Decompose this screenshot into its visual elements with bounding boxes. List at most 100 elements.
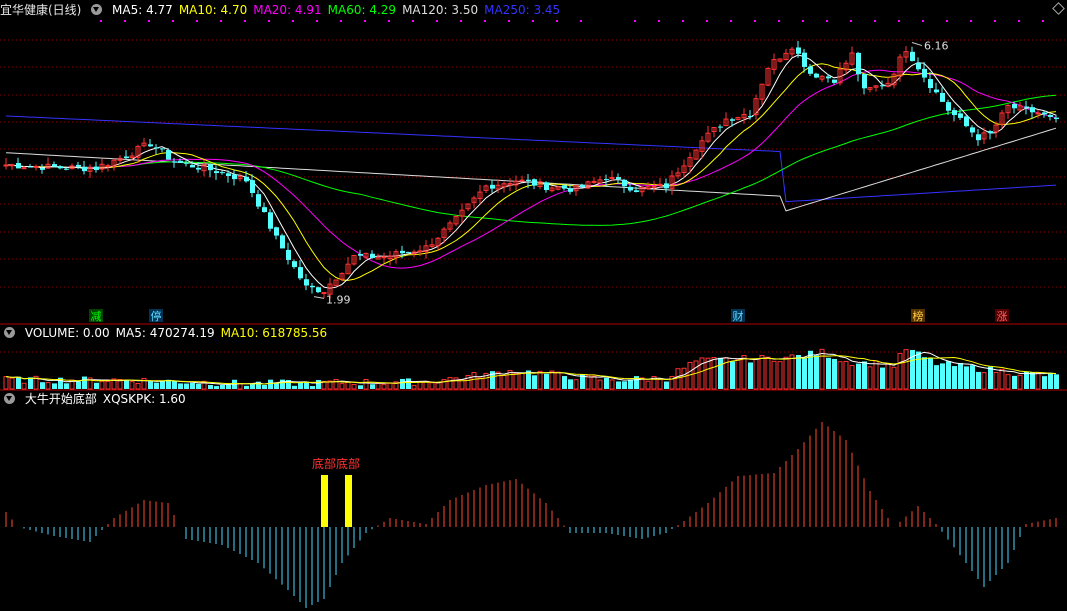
event-dot — [460, 20, 462, 22]
volume-bar — [573, 379, 579, 390]
volume-bar — [310, 386, 315, 389]
collapse-icon[interactable] — [4, 327, 15, 338]
candle-body — [160, 148, 165, 150]
event-dot — [682, 20, 684, 22]
event-dot — [1018, 20, 1020, 22]
event-dot — [532, 20, 534, 22]
ma250-line — [5, 115, 1057, 203]
candle-body — [964, 116, 969, 127]
volume-bar — [135, 383, 141, 390]
event-dot — [778, 20, 780, 22]
candle-body — [748, 116, 753, 118]
volume-bar — [429, 382, 435, 390]
event-dot — [580, 20, 582, 22]
volume-bar — [244, 385, 249, 389]
volume-bar — [9, 377, 15, 390]
volume-bar — [1012, 375, 1017, 389]
candle-body — [52, 164, 57, 167]
candle-body — [1024, 106, 1029, 108]
volume-bar — [435, 382, 441, 390]
volume-bar — [45, 382, 51, 390]
volume-bar — [52, 383, 57, 389]
event-dot — [244, 20, 246, 22]
volume-bar — [292, 385, 297, 389]
volume-bar — [105, 380, 111, 390]
volume-bar — [819, 348, 825, 390]
tag-label: 榜 — [913, 309, 924, 323]
volume-bar — [885, 362, 891, 390]
volume-bar — [826, 357, 831, 389]
volume-bar — [843, 360, 849, 390]
volume-bar — [922, 357, 927, 389]
volume-bar — [3, 376, 9, 390]
collapse-icon[interactable] — [91, 4, 103, 15]
volume-bar — [1035, 372, 1041, 390]
ma20-line — [5, 69, 1057, 269]
candle-body — [417, 250, 423, 253]
candle-body — [922, 68, 927, 78]
high-label: 6.16 — [924, 40, 949, 53]
volume-bar — [873, 360, 879, 390]
event-dot — [436, 20, 438, 22]
volume-bar — [99, 380, 105, 390]
volume-bar — [82, 376, 87, 389]
volume-bar — [64, 383, 69, 389]
volume-bar — [1005, 374, 1011, 390]
volume-bar — [711, 357, 717, 390]
candle-body — [262, 207, 267, 213]
volume-bar — [76, 381, 81, 389]
event-dot — [508, 20, 510, 22]
candle-body — [1048, 114, 1053, 117]
candle-body — [406, 251, 411, 253]
candle-body — [298, 267, 303, 279]
candle-body — [178, 160, 183, 163]
candle-body — [634, 190, 639, 192]
volume-bar — [196, 383, 201, 389]
volume-bar — [928, 357, 933, 389]
volume-bar — [537, 370, 543, 390]
candle-body — [208, 164, 213, 171]
candle-body — [250, 180, 255, 193]
candle-body — [976, 134, 981, 141]
candle-body — [1012, 103, 1017, 109]
volume-bar — [400, 378, 405, 389]
candle-body — [292, 261, 297, 268]
candle-body — [952, 110, 957, 116]
event-dot — [100, 20, 102, 22]
volume-bar — [789, 354, 795, 390]
volume-bar — [549, 370, 555, 390]
volume-bar — [562, 376, 567, 389]
candle-body — [16, 162, 21, 169]
candle-body — [286, 249, 291, 260]
event-dot — [316, 20, 318, 22]
candle-body — [124, 156, 129, 159]
indicator-label: MA10: 618785.56 — [220, 326, 328, 340]
event-dot — [730, 20, 732, 22]
tag-label: 涨 — [997, 310, 1008, 323]
candle-body — [988, 131, 993, 134]
candle-body — [172, 161, 177, 163]
volume-bar — [501, 375, 507, 390]
volume-bar — [262, 384, 267, 389]
indicator-label: MA250: 3.45 — [484, 3, 561, 17]
collapse-icon[interactable] — [4, 393, 15, 404]
volume-bar — [1030, 372, 1035, 389]
chart-canvas[interactable]: 6.16 1.99 减 停 财 榜 涨底部底部 — [0, 0, 1067, 611]
event-dot — [292, 20, 294, 22]
candle-body — [82, 166, 87, 172]
ma10-line — [5, 63, 1057, 281]
volume-bar — [160, 380, 165, 389]
candle-body — [568, 188, 573, 192]
volume-bar — [783, 356, 789, 390]
main-indicators: MA5: 4.77 MA10: 4.70 MA20: 4.91 MA60: 4.29 M… — [112, 3, 566, 17]
tag-label: 停 — [151, 309, 162, 323]
volume-bar — [832, 358, 837, 389]
volume-bar — [609, 379, 615, 390]
volume-bar — [190, 382, 195, 389]
volume-bar — [765, 356, 771, 390]
candle-body — [184, 162, 189, 164]
indicator-label: XQSKPK: 1.60 — [102, 392, 186, 406]
candle-body — [622, 179, 627, 187]
candle-body — [928, 79, 933, 89]
volume-bar — [519, 372, 525, 390]
